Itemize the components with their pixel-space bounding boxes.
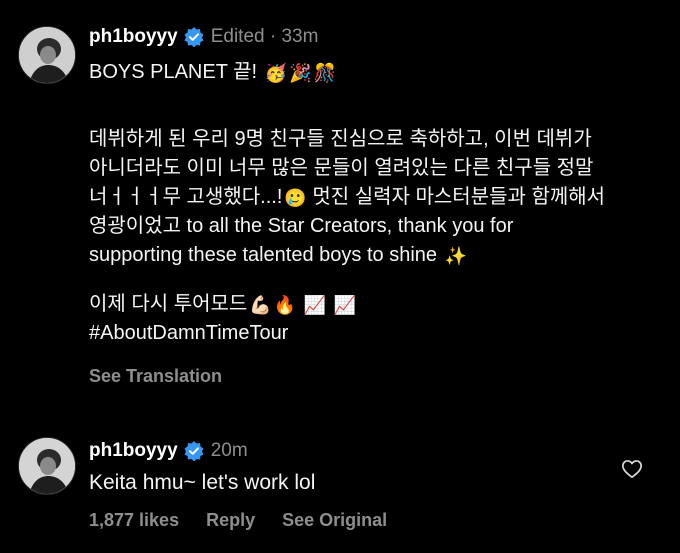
avatar-photo-icon — [19, 27, 75, 83]
reply-username[interactable]: ph1boyyy — [89, 440, 178, 462]
tour-line: 이제 다시 투어모드 💪🏻 🔥 📈 📈 — [89, 290, 356, 319]
verified-badge-icon — [184, 27, 204, 47]
reply-text: Keita hmu~ let's work lol — [89, 471, 316, 494]
avatar-photo-icon — [19, 438, 75, 494]
fire-emoji: 🔥 — [273, 294, 297, 315]
hashtag-link[interactable]: #AboutDamnTimeTour — [89, 319, 356, 348]
chart-increasing-emoji-2: 📈 — [333, 294, 357, 315]
body-line-5-text: supporting these talented boys to shine — [89, 244, 438, 266]
body-line-3: 너ㅓㅓㅓ무 고생했다...! 🥲 멋진 실력자 마스터분들과 함께해서 — [89, 183, 605, 212]
post-meta: Edited · 33m — [210, 26, 319, 47]
post-body: 데뷔하게 된 우리 9명 친구들 진심으로 축하하고, 이번 데뷔가아니더라도 … — [89, 125, 605, 270]
confetti-ball-emoji: 🎊 — [313, 62, 336, 83]
chart-increasing-emoji: 📈 — [303, 294, 327, 315]
likes-count[interactable]: 1,877 likes — [89, 510, 179, 531]
body-line-3-end: 멋진 실력자 마스터분들과 함께해서 — [312, 186, 606, 208]
post-tour: 이제 다시 투어모드 💪🏻 🔥 📈 📈 #AboutDamnTimeTour — [89, 290, 356, 348]
body-line-1: 데뷔하게 된 우리 9명 친구들 진심으로 축하하고, 이번 데뷔가 — [89, 128, 592, 150]
post-username[interactable]: ph1boyyy — [89, 26, 178, 48]
body-line-2: 아니더라도 이미 너무 많은 문들이 열려있는 다른 친구들 정말 — [89, 157, 594, 179]
reply-button[interactable]: Reply — [206, 510, 255, 531]
heart-icon[interactable] — [621, 458, 643, 480]
post-header: ph1boyyy Edited · 33m — [89, 26, 318, 48]
smiling-tear-emoji: 🥲 — [284, 187, 307, 208]
post-title: BOYS PLANET 끝! 🥳 🎉 🎊 — [89, 58, 336, 87]
reply-header: ph1boyyy 20m — [89, 440, 248, 462]
body-line-4: 영광이었고 to all the Star Creators, thank yo… — [89, 215, 514, 237]
post-title-text: BOYS PLANET 끝! — [89, 61, 258, 83]
body-line-3-start: 너ㅓㅓㅓ무 고생했다...! — [89, 186, 283, 208]
flexed-biceps-emoji: 💪🏻 — [249, 294, 272, 315]
sparkles-emoji: ✨ — [444, 245, 468, 266]
post-avatar[interactable] — [18, 26, 76, 84]
see-original-button[interactable]: See Original — [282, 510, 387, 531]
see-translation-button[interactable]: See Translation — [89, 366, 222, 387]
reply-avatar[interactable] — [18, 437, 76, 495]
party-popper-emoji: 🎉 — [289, 62, 312, 83]
reply-actions: 1,877 likes Reply See Original — [89, 510, 414, 531]
verified-badge-icon — [184, 441, 204, 461]
body-line-5: supporting these talented boys to shine … — [89, 241, 605, 270]
reply-meta: 20m — [210, 440, 248, 461]
tour-line-text: 이제 다시 투어모드 — [89, 293, 248, 315]
partying-face-emoji: 🥳 — [264, 62, 288, 83]
